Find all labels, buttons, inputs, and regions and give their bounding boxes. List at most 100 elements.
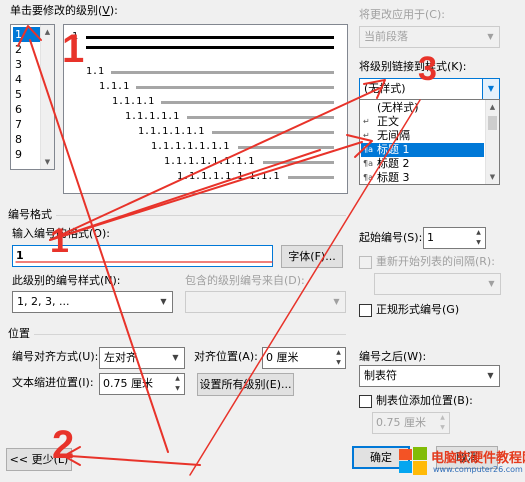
align-at-value: 0 厘米	[266, 351, 299, 364]
numbering-preview: 1 1.1 1.1.1 1.1.1.1 1.1.1.1.1 1.1.1.1.1.1 1.1.…	[63, 24, 348, 194]
section-divider	[34, 334, 346, 335]
align-at-input[interactable]: 0 厘米 ▲ ▼	[262, 347, 346, 369]
chevron-down-icon[interactable]: ▼	[482, 79, 499, 99]
restart-list-checkbox[interactable]	[359, 256, 372, 269]
restart-list-label: 重新开始列表的间隔(R):	[376, 255, 495, 268]
preview-number: 1.1.1.1.1.1.1	[151, 141, 230, 152]
style-option-label: 正文	[377, 115, 399, 128]
number-style-select[interactable]: 1, 2, 3, ... ▼	[12, 291, 173, 313]
level-list-scrollbar[interactable]: ▲ ▼	[40, 25, 54, 169]
legal-numbering-checkbox[interactable]	[359, 304, 372, 317]
less-button[interactable]: << 更少(L)	[6, 448, 72, 471]
include-level-label: 包含的级别编号来自(D):	[185, 274, 305, 287]
scroll-thumb[interactable]	[488, 116, 497, 130]
start-at-value: 1	[427, 231, 434, 244]
preview-line	[86, 36, 334, 39]
text-indent-value: 0.75 厘米	[103, 377, 153, 390]
number-format-input[interactable]: 1	[12, 245, 273, 267]
apply-to-value: 当前段落	[364, 30, 408, 43]
start-at-label: 起始编号(S):	[359, 231, 423, 244]
style-option[interactable]: ↵ 正文	[361, 115, 484, 129]
preview-row: 1.1.1.1.1	[64, 111, 347, 123]
preview-number: 1.1	[86, 66, 105, 77]
preview-line	[237, 146, 334, 149]
scroll-down-icon[interactable]: ▼	[486, 170, 499, 184]
add-tab-stop-checkbox[interactable]	[359, 395, 372, 408]
text-indent-label: 文本缩进位置(I):	[12, 376, 94, 389]
section-divider	[56, 215, 346, 216]
style-option-label: 标题 1	[377, 143, 410, 156]
paragraph-style-icon: ↵	[363, 131, 370, 140]
preview-line	[110, 71, 334, 74]
include-level-select[interactable]: ▼	[185, 291, 346, 313]
set-all-levels-button[interactable]: 设置所有级别(E)...	[197, 373, 294, 396]
text-indent-input[interactable]: 0.75 厘米 ▲ ▼	[99, 373, 185, 395]
paragraph-style-icon: ↵	[363, 117, 370, 126]
preview-line	[136, 86, 334, 89]
style-list-scrollbar[interactable]: ▲ ▼	[485, 100, 499, 184]
number-format-input-label: 输入编号的格式(O):	[12, 227, 110, 240]
preview-number: 1.1.1	[99, 81, 130, 92]
number-align-select[interactable]: 左对齐 ▼	[99, 347, 185, 369]
number-align-value: 左对齐	[104, 351, 137, 364]
apply-to-select[interactable]: 当前段落 ▼	[359, 26, 500, 48]
add-tab-stop-value: 0.75 厘米	[376, 416, 426, 429]
spin-down-icon[interactable]: ▼	[171, 384, 184, 394]
preview-line	[161, 101, 334, 104]
scroll-up-icon[interactable]: ▲	[41, 25, 54, 39]
preview-line	[212, 131, 334, 134]
number-style-value: 1, 2, 3, ...	[17, 295, 70, 308]
chevron-down-icon: ▼	[333, 297, 340, 306]
position-title: 位置	[8, 327, 30, 340]
spin-up-icon[interactable]: ▲	[472, 228, 485, 238]
style-option[interactable]: ¶a 标题 3	[361, 171, 484, 184]
style-option[interactable]: ¶a 标题 2	[361, 157, 484, 171]
add-tab-stop-input[interactable]: 0.75 厘米 ▲ ▼	[372, 412, 450, 434]
preview-number: 1.1.1.1	[112, 96, 155, 107]
start-at-input[interactable]: 1 ▲ ▼	[423, 227, 486, 249]
scroll-down-icon[interactable]: ▼	[41, 155, 54, 169]
number-style-label: 此级别的编号样式(N):	[12, 274, 121, 287]
add-tab-stop-spinner[interactable]: ▲ ▼	[436, 413, 449, 433]
style-option[interactable]: ¶a 标题 1	[361, 143, 484, 157]
preview-row: 1.1.1.1.1.1.1.1.1	[64, 171, 347, 183]
number-align-label: 编号对齐方式(U):	[12, 350, 99, 363]
preview-row: 1.1.1.1.1.1	[64, 126, 347, 138]
legal-numbering-label: 正规形式编号(G)	[376, 303, 460, 316]
preview-row: 1.1.1.1	[64, 96, 347, 108]
font-button[interactable]: 字体(F)...	[281, 245, 343, 268]
level-listbox[interactable]: 123456789 ▲ ▼	[10, 24, 55, 170]
preview-row: 1.1	[64, 66, 347, 78]
spin-up-icon[interactable]: ▲	[332, 348, 345, 358]
preview-row: 1	[64, 31, 347, 43]
scroll-up-icon[interactable]: ▲	[486, 100, 499, 114]
chevron-down-icon: ▼	[160, 297, 167, 306]
watermark-url: www.computer26.com	[433, 465, 523, 474]
style-option[interactable]: (无样式)	[361, 101, 484, 115]
start-at-spinner[interactable]: ▲ ▼	[472, 228, 485, 248]
preview-number: 1.1.1.1.1.1.1.1	[164, 156, 255, 167]
number-format-title: 编号格式	[8, 208, 52, 221]
style-option-label: (无样式)	[377, 101, 419, 114]
link-style-select[interactable]: (无样式) ▼	[359, 78, 500, 100]
follow-number-label: 编号之后(W):	[359, 350, 427, 363]
preview-number: 1.1.1.1.1	[125, 111, 180, 122]
restart-list-select[interactable]: ▼	[374, 273, 501, 295]
follow-number-value: 制表符	[364, 369, 397, 382]
spin-up-icon[interactable]: ▲	[436, 413, 449, 423]
chevron-down-icon: ▼	[172, 353, 179, 362]
spin-down-icon[interactable]: ▼	[436, 423, 449, 433]
spin-down-icon[interactable]: ▼	[472, 238, 485, 248]
text-indent-spinner[interactable]: ▲ ▼	[171, 374, 184, 394]
style-option[interactable]: ↵ 无间隔	[361, 129, 484, 143]
follow-number-select[interactable]: 制表符 ▼	[359, 365, 500, 387]
align-at-spinner[interactable]: ▲ ▼	[332, 348, 345, 368]
apply-to-label: 将更改应用于(C):	[359, 8, 445, 21]
chevron-down-icon: ▼	[488, 279, 495, 288]
link-style-dropdown-list[interactable]: (无样式) ↵ 正文 ↵ 无间隔 ¶a 标题 1 ¶a 标题 2 ¶a 标题 3 ▲ ▼	[359, 99, 500, 185]
link-style-value: (无样式)	[364, 82, 406, 95]
preview-number: 1.1.1.1.1.1	[138, 126, 205, 137]
spin-up-icon[interactable]: ▲	[171, 374, 184, 384]
spin-down-icon[interactable]: ▼	[332, 358, 345, 368]
paragraph-style-icon: ¶a	[363, 173, 373, 182]
